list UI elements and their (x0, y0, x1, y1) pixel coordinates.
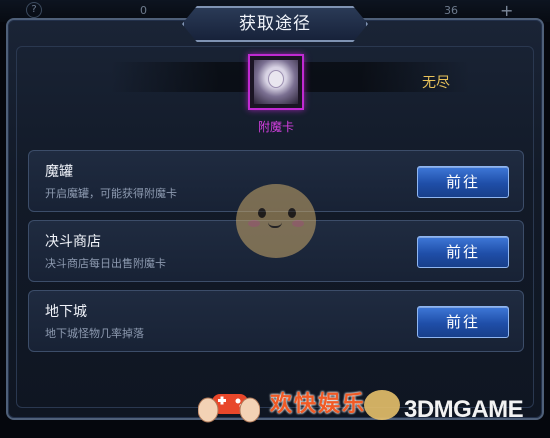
source-title: 地下城 (45, 304, 87, 320)
source-desc: 决斗商店每日出售附魔卡 (45, 257, 166, 270)
source-title: 魔罐 (45, 164, 73, 180)
site-watermark-en: 3DMGAME (404, 396, 524, 423)
item-stage: 无尽 (422, 75, 450, 91)
source-desc: 开启魔罐，可能获得附魔卡 (45, 187, 177, 200)
gamepad-hands-icon (198, 394, 260, 423)
mascot-watermark-icon (226, 178, 326, 264)
help-icon[interactable]: ? (26, 2, 42, 18)
source-title: 决斗商店 (45, 234, 101, 250)
dialog-title-tab: 获取途径 (182, 6, 368, 42)
site-watermark-cn: 欢快娱乐 (270, 392, 367, 417)
duck-mascot-icon (364, 390, 400, 420)
item-name: 附魔卡 (257, 120, 294, 134)
dialog-title: 获取途径 (239, 14, 311, 34)
card-art (254, 60, 298, 104)
enchant-card-icon (248, 54, 304, 110)
go-button[interactable]: 前往 (417, 306, 509, 338)
go-button[interactable]: 前往 (417, 236, 509, 268)
currency-value-3: 36 (444, 4, 458, 17)
go-button[interactable]: 前往 (417, 166, 509, 198)
source-desc: 地下城怪物几率掉落 (45, 327, 144, 340)
currency-value-1: 0 (140, 4, 147, 17)
source-row-dungeon: 地下城 地下城怪物几率掉落 前往 (28, 290, 524, 352)
card-character-face (268, 70, 284, 88)
